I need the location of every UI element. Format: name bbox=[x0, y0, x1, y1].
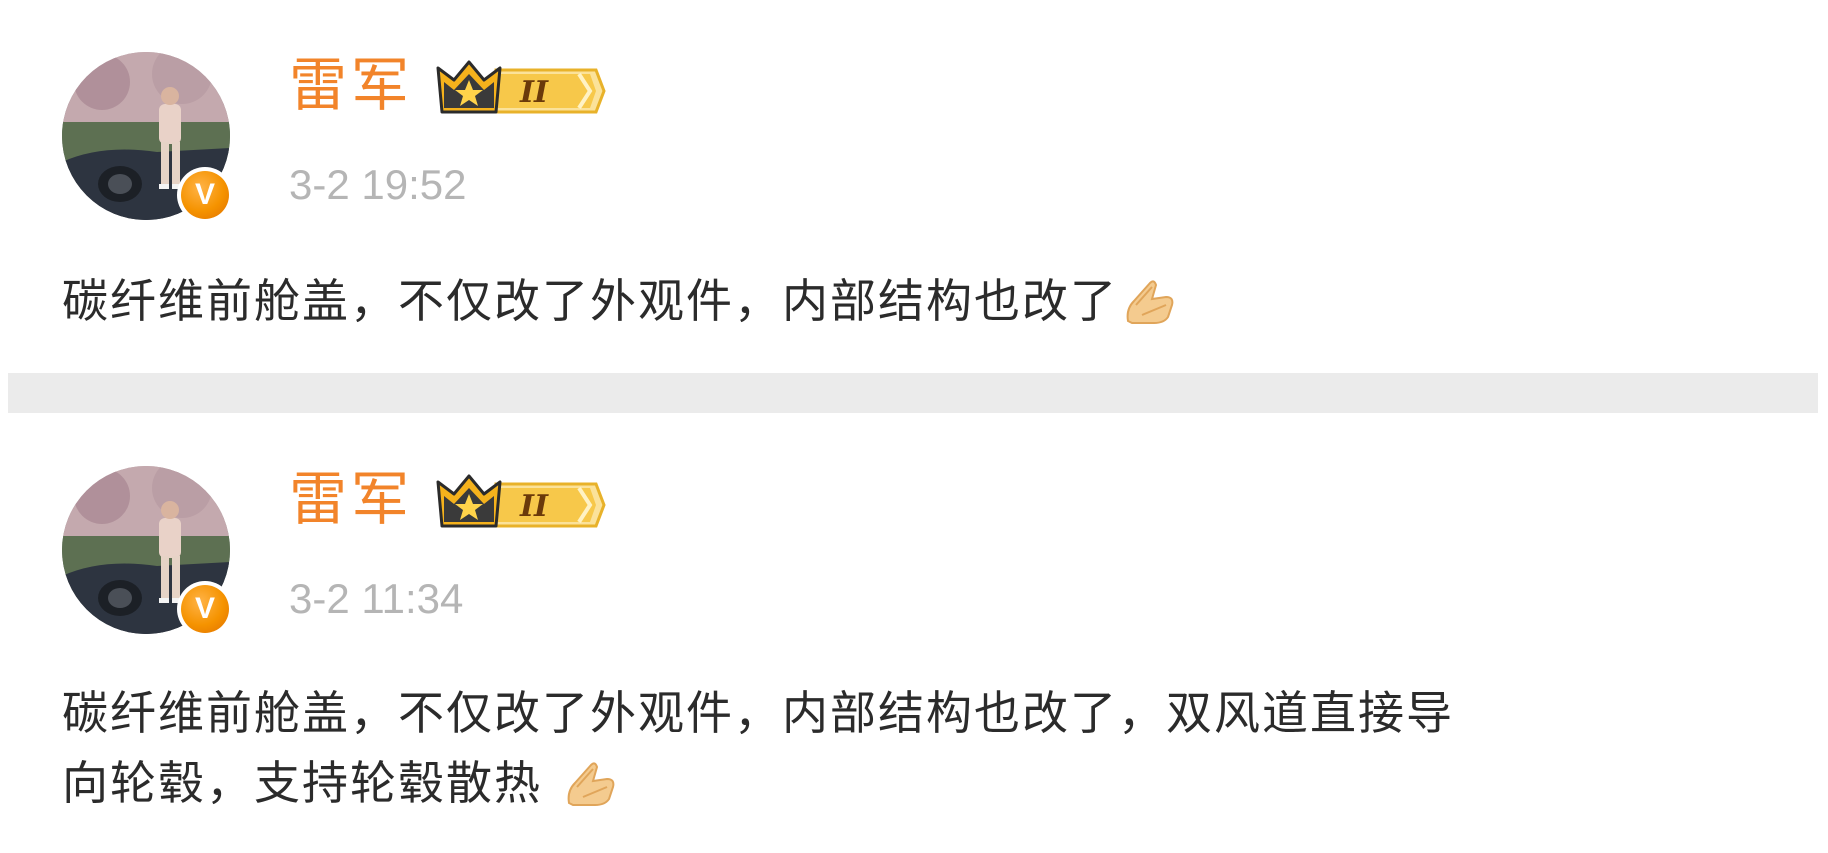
post-text-body: 碳纤维前舱盖，不仅改了外观件，内部结构也改了 bbox=[62, 274, 1118, 328]
post-text: 碳纤维前舱盖，不仅改了外观件，内部结构也改了 bbox=[62, 266, 1762, 336]
folded-hands-icon bbox=[567, 762, 614, 806]
vip-crown-badge[interactable]: II bbox=[436, 58, 606, 124]
folded-hands-icon bbox=[1126, 280, 1174, 324]
post-text-body: 向轮毂，支持轮毂散热 bbox=[62, 756, 542, 810]
verified-icon: V bbox=[181, 171, 229, 219]
post-divider bbox=[8, 373, 1818, 413]
weibo-post-2[interactable]: V 雷军 II 3-2 11:34 碳纤维前舱盖，不仅改了外观件，内部结构也改了… bbox=[0, 414, 1828, 853]
post-text: 碳纤维前舱盖，不仅改了外观件，内部结构也改了，双风道直接导 向轮毂，支持轮毂散热 bbox=[62, 678, 1762, 818]
verified-icon: V bbox=[181, 585, 229, 633]
crown-icon: II bbox=[436, 60, 606, 114]
author-name[interactable]: 雷军 bbox=[289, 50, 413, 120]
vip-level-text: II bbox=[519, 75, 549, 110]
author-avatar[interactable]: V bbox=[62, 466, 233, 637]
crown-icon: II bbox=[436, 474, 606, 528]
vip-crown-badge[interactable]: II bbox=[436, 472, 606, 538]
verified-badge: V bbox=[177, 581, 233, 637]
post-timestamp[interactable]: 3-2 19:52 bbox=[289, 158, 466, 212]
author-name[interactable]: 雷军 bbox=[289, 464, 413, 534]
author-avatar[interactable]: V bbox=[62, 52, 233, 223]
verified-badge: V bbox=[177, 167, 233, 223]
weibo-post-1[interactable]: V 雷军 II 3-2 19:52 碳纤维前舱盖，不仅改了外观件，内部结构也改了 bbox=[0, 0, 1828, 370]
vip-level-text: II bbox=[519, 489, 549, 524]
post-text-line: 碳纤维前舱盖，不仅改了外观件，内部结构也改了，双风道直接导 bbox=[62, 686, 1454, 740]
post-text-line: 向轮毂，支持轮毂散热 bbox=[62, 748, 1762, 818]
post-timestamp[interactable]: 3-2 11:34 bbox=[289, 572, 463, 626]
